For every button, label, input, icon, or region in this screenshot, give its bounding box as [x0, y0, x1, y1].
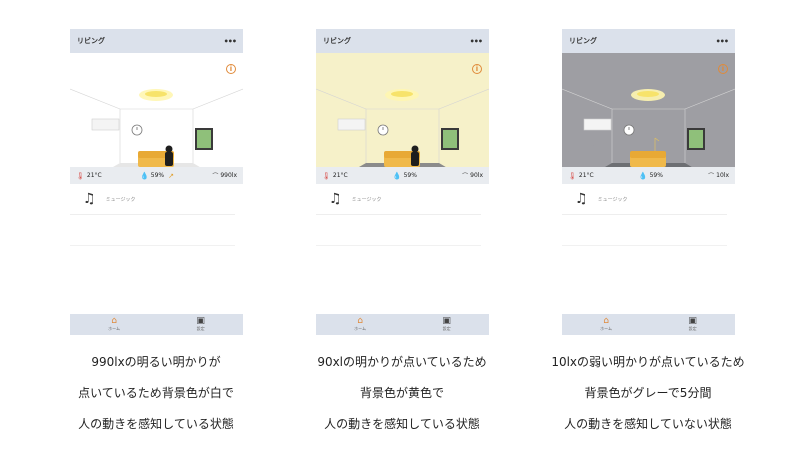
- room-illustration: i: [316, 53, 489, 167]
- bottom-tab-bar: ⌂ ホーム ▣ 設定: [562, 314, 735, 335]
- room-title: リビング: [323, 37, 351, 45]
- temperature-value: 21°C: [332, 172, 348, 179]
- caption-line: 点いているため背景色が白で: [78, 386, 234, 400]
- toolbox-icon: ▣: [442, 316, 451, 326]
- illuminance-stat: ⌒ 90lx: [462, 171, 483, 180]
- toolbox-icon: ▣: [688, 316, 697, 326]
- music-note-icon: ♫: [575, 191, 588, 207]
- humidity-value: 59%: [649, 172, 663, 179]
- app-header: リビング •••: [316, 29, 489, 53]
- info-icon[interactable]: i: [718, 64, 728, 74]
- home-icon: ⌂: [111, 316, 117, 326]
- music-row[interactable]: ♫ ミュージック: [316, 184, 481, 215]
- tab-home[interactable]: ⌂ ホーム: [600, 317, 612, 332]
- humidity-value: 59%: [150, 172, 165, 179]
- caption-line: 背景色が黄色で: [359, 386, 444, 400]
- music-row[interactable]: ♫ ミュージック: [70, 184, 235, 215]
- temperature-stat: 🌡 21°C: [76, 172, 102, 180]
- temperature-value: 21°C: [86, 172, 102, 179]
- more-menu-icon[interactable]: •••: [716, 37, 729, 46]
- tab-tools[interactable]: ▣ 設定: [196, 317, 205, 332]
- toolbox-icon: ▣: [196, 316, 205, 326]
- tab-home[interactable]: ⌂ ホーム: [108, 317, 120, 332]
- illuminance-value: 90lx: [470, 172, 483, 179]
- room-title: リビング: [77, 37, 105, 45]
- app-panel-1: リビング ••• i 🌡 21°C 💧 59% ↗ ⌒ 990lx ♫ ミュージ…: [70, 29, 243, 335]
- sensor-stats-bar: 🌡 21°C 💧 59% ⌒ 90lx: [316, 167, 489, 184]
- app-header: リビング •••: [562, 29, 735, 53]
- ceiling-light-icon: ⌒: [212, 173, 219, 180]
- caption-line: 背景色がグレーで5分間: [584, 386, 712, 400]
- info-icon[interactable]: i: [472, 64, 482, 74]
- empty-row: [316, 215, 481, 246]
- bottom-tab-bar: ⌂ ホーム ▣ 設定: [316, 314, 489, 335]
- droplet-icon: 💧: [140, 171, 149, 180]
- tab-tools-label: 設定: [688, 326, 697, 331]
- trend-arrow-icon: ↗: [168, 171, 174, 180]
- more-menu-icon[interactable]: •••: [224, 37, 237, 46]
- music-note-icon: ♫: [83, 191, 96, 207]
- caption-line: 10lxの弱い明かりが点いているため: [551, 355, 745, 369]
- tab-tools[interactable]: ▣ 設定: [688, 317, 697, 332]
- tab-tools-label: 設定: [442, 326, 451, 331]
- tab-tools-label: 設定: [196, 326, 205, 331]
- empty-row: [562, 215, 727, 246]
- caption-line: 人の動きを感知している状態: [324, 417, 480, 431]
- room-illustration: i: [562, 53, 735, 167]
- caption-1: 990lxの明るい明かりが 点いているため背景色が白で 人の動きを感知している状…: [46, 355, 266, 448]
- caption-line: 90xlの明かりが点いているため: [317, 355, 487, 369]
- tab-home-label: ホーム: [108, 326, 121, 331]
- illuminance-stat: ⌒ 10lx: [708, 171, 729, 180]
- thermometer-icon: 🌡: [568, 171, 577, 180]
- music-label: ミュージック: [597, 196, 628, 203]
- humidity-stat: 💧 59%: [393, 172, 417, 180]
- thermometer-icon: 🌡: [76, 171, 85, 180]
- illuminance-value: 990lx: [220, 172, 237, 179]
- caption-line: 人の動きを感知していない状態: [564, 417, 732, 431]
- empty-row: [70, 215, 235, 246]
- tab-home-label: ホーム: [354, 326, 367, 331]
- music-note-icon: ♫: [329, 191, 342, 207]
- humidity-value: 59%: [403, 172, 417, 179]
- music-label: ミュージック: [105, 196, 136, 203]
- home-icon: ⌂: [603, 316, 609, 326]
- music-label: ミュージック: [351, 196, 382, 203]
- room-title: リビング: [569, 37, 597, 45]
- more-menu-icon[interactable]: •••: [470, 37, 483, 46]
- tab-home[interactable]: ⌂ ホーム: [354, 317, 366, 332]
- home-icon: ⌂: [357, 316, 363, 326]
- bottom-tab-bar: ⌂ ホーム ▣ 設定: [70, 314, 243, 335]
- caption-line: 人の動きを感知している状態: [78, 417, 234, 431]
- droplet-icon: 💧: [392, 171, 402, 180]
- humidity-stat: 💧 59% ↗: [140, 172, 174, 180]
- thermometer-icon: 🌡: [322, 171, 331, 180]
- music-row[interactable]: ♫ ミュージック: [562, 184, 727, 215]
- tab-tools[interactable]: ▣ 設定: [442, 317, 451, 332]
- sensor-stats-bar: 🌡 21°C 💧 59% ↗ ⌒ 990lx: [70, 167, 243, 184]
- temperature-stat: 🌡 21°C: [322, 172, 348, 180]
- app-panel-3: リビング ••• i 🌡 21°C 💧 59% ⌒ 10lx ♫ ミュージック …: [562, 29, 735, 335]
- temperature-stat: 🌡 21°C: [568, 172, 594, 180]
- caption-3: 10lxの弱い明かりが点いているため 背景色がグレーで5分間 人の動きを感知して…: [538, 355, 758, 448]
- illuminance-stat: ⌒ 990lx: [212, 171, 237, 180]
- illuminance-value: 10lx: [716, 172, 729, 179]
- ceiling-light-icon: ⌒: [462, 173, 469, 180]
- sensor-stats-bar: 🌡 21°C 💧 59% ⌒ 10lx: [562, 167, 735, 184]
- ceiling-light-icon: ⌒: [708, 173, 715, 180]
- info-icon[interactable]: i: [226, 64, 236, 74]
- app-header: リビング •••: [70, 29, 243, 53]
- tab-home-label: ホーム: [600, 326, 613, 331]
- caption-line: 990lxの明るい明かりが: [91, 355, 221, 369]
- droplet-icon: 💧: [638, 171, 648, 180]
- app-panel-2: リビング ••• i 🌡 21°C 💧 59% ⌒ 90lx ♫ ミュージック …: [316, 29, 489, 335]
- temperature-value: 21°C: [578, 172, 594, 179]
- caption-2: 90xlの明かりが点いているため 背景色が黄色で 人の動きを感知している状態: [292, 355, 512, 448]
- room-illustration: i: [70, 53, 243, 167]
- humidity-stat: 💧 59%: [639, 172, 663, 180]
